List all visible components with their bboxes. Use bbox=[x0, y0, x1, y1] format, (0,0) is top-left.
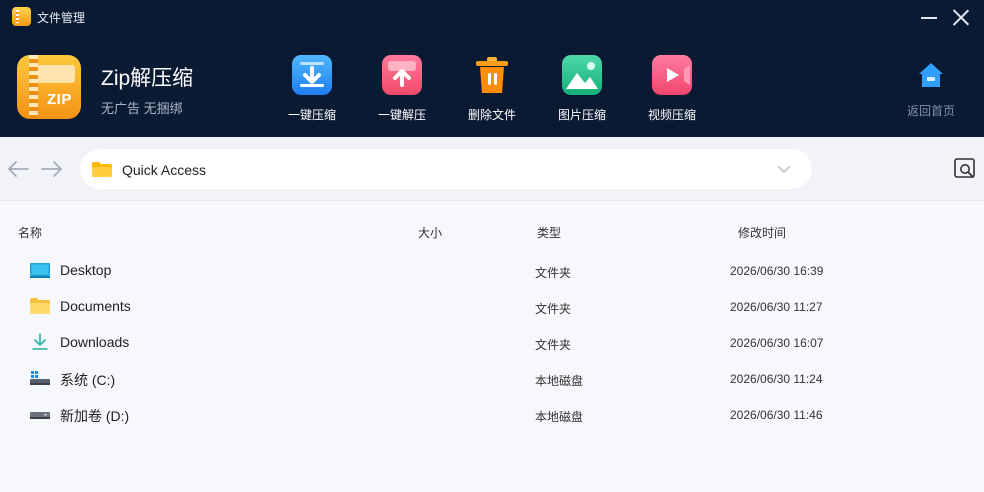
column-header-type[interactable]: 类型 bbox=[537, 224, 561, 241]
compress-button[interactable]: 一键压缩 bbox=[272, 55, 352, 125]
file-row-desktop[interactable]: Desktop 文件夹 2026/06/30 16:39 bbox=[0, 252, 984, 288]
chevron-down-icon[interactable] bbox=[776, 162, 792, 176]
file-type: 本地磁盘 bbox=[535, 374, 584, 388]
folder-icon bbox=[30, 298, 50, 314]
file-type: 文件夹 bbox=[535, 302, 572, 316]
file-row-drive-c[interactable]: 系统 (C:) 本地磁盘 2026/06/30 11:24 bbox=[0, 360, 984, 396]
file-modified: 2026/06/30 16:07 bbox=[730, 336, 824, 350]
trash-icon bbox=[472, 55, 512, 95]
video-icon bbox=[652, 55, 692, 95]
folder-icon bbox=[92, 162, 112, 177]
address-path: Quick Access bbox=[122, 162, 207, 178]
title-bar[interactable]: 文件管理 bbox=[0, 0, 984, 34]
column-header-modified[interactable]: 修改时间 bbox=[738, 224, 786, 241]
file-type: 文件夹 bbox=[535, 266, 572, 280]
app-subtitle: 无广告 无捆绑 bbox=[101, 101, 183, 116]
delete-button[interactable]: 删除文件 bbox=[452, 55, 532, 125]
file-type: 文件夹 bbox=[535, 338, 572, 352]
home-button[interactable]: 返回首页 bbox=[896, 60, 966, 120]
file-list: 名称 大小 类型 修改时间 Desktop 文件夹 2026/06/30 16:… bbox=[0, 202, 984, 492]
image-icon bbox=[562, 55, 602, 95]
app-logo: ZIP bbox=[17, 55, 81, 119]
delete-label: 删除文件 bbox=[467, 108, 516, 122]
file-name: 新加卷 (D:) bbox=[60, 408, 130, 424]
desktop-icon bbox=[30, 263, 50, 278]
address-bar[interactable]: Quick Access bbox=[80, 149, 812, 189]
download-box-icon bbox=[292, 55, 332, 95]
system-drive-icon bbox=[30, 371, 50, 385]
file-modified: 2026/06/30 11:24 bbox=[730, 372, 823, 386]
home-label: 返回首页 bbox=[906, 104, 955, 118]
arrow-left-icon bbox=[8, 161, 29, 177]
image-compress-button[interactable]: 图片压缩 bbox=[542, 55, 622, 125]
navigation-bar: Quick Access bbox=[0, 137, 984, 201]
image-compress-label: 图片压缩 bbox=[557, 108, 606, 122]
column-header-name[interactable]: 名称 bbox=[18, 224, 42, 241]
download-icon bbox=[32, 333, 48, 350]
arrow-right-icon bbox=[41, 161, 62, 177]
search-button[interactable] bbox=[953, 157, 977, 181]
file-name: Documents bbox=[60, 298, 131, 314]
search-icon bbox=[954, 158, 975, 178]
app-header: 文件管理 ZIP Zip解压缩 无广告 无捆绑 一键压缩 一键解压 删除文件 图… bbox=[0, 0, 984, 137]
file-row-downloads[interactable]: Downloads 文件夹 2026/06/30 16:07 bbox=[0, 324, 984, 360]
file-name: Downloads bbox=[60, 334, 130, 350]
forward-button[interactable] bbox=[40, 159, 64, 179]
file-modified: 2026/06/30 11:46 bbox=[730, 408, 823, 422]
column-header-size[interactable]: 大小 bbox=[418, 224, 442, 241]
file-modified: 2026/06/30 16:39 bbox=[730, 264, 824, 278]
upload-box-icon bbox=[382, 55, 422, 95]
app-small-icon bbox=[12, 7, 31, 26]
video-compress-label: 视频压缩 bbox=[647, 108, 696, 122]
logo-text: ZIP bbox=[47, 91, 72, 108]
compress-label: 一键压缩 bbox=[287, 108, 336, 122]
file-type: 本地磁盘 bbox=[535, 410, 584, 424]
drive-icon bbox=[30, 412, 50, 419]
app-name: Zip解压缩 bbox=[101, 67, 194, 90]
minimize-button[interactable] bbox=[918, 6, 940, 28]
file-modified: 2026/06/30 11:27 bbox=[730, 300, 823, 314]
window-title: 文件管理 bbox=[37, 11, 86, 25]
extract-label: 一键解压 bbox=[377, 108, 426, 122]
home-icon bbox=[919, 63, 943, 87]
extract-button[interactable]: 一键解压 bbox=[362, 55, 442, 125]
file-row-drive-d[interactable]: 新加卷 (D:) 本地磁盘 2026/06/30 11:46 bbox=[0, 396, 984, 432]
file-name: 系统 (C:) bbox=[60, 372, 116, 388]
file-name: Desktop bbox=[60, 262, 112, 278]
close-button[interactable] bbox=[950, 6, 972, 28]
file-row-documents[interactable]: Documents 文件夹 2026/06/30 11:27 bbox=[0, 288, 984, 324]
back-button[interactable] bbox=[6, 159, 30, 179]
video-compress-button[interactable]: 视频压缩 bbox=[632, 55, 712, 125]
